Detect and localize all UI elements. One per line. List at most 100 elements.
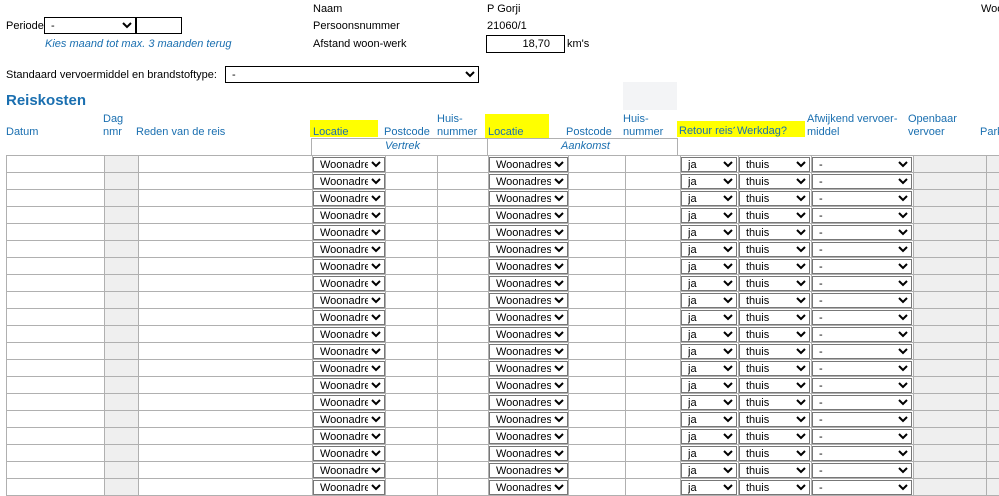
dag-cell[interactable]	[104, 257, 139, 275]
huisnummer-aankomst-cell[interactable]	[625, 461, 681, 479]
huisnummer-aankomst-cell[interactable]	[625, 478, 681, 496]
huisnummer-aankomst-cell[interactable]	[625, 427, 681, 445]
postcode-aankomst-cell[interactable]	[568, 189, 626, 207]
locatie-vertrek-select[interactable]: Woonadres	[313, 445, 385, 461]
locatie-aankomst-select[interactable]: Woonadres	[489, 173, 568, 189]
postcode-vertrek-cell[interactable]	[385, 393, 438, 411]
postcode-vertrek-cell[interactable]	[385, 359, 438, 377]
dag-cell[interactable]	[104, 325, 139, 343]
datum-cell[interactable]	[6, 376, 105, 394]
huisnummer-vertrek-cell[interactable]	[437, 427, 489, 445]
openbaar-cell[interactable]	[913, 155, 987, 173]
locatie-aankomst-select[interactable]: Woonadres	[489, 309, 568, 325]
openbaar-cell[interactable]	[913, 325, 987, 343]
dag-cell[interactable]	[104, 359, 139, 377]
postcode-aankomst-cell[interactable]	[568, 410, 626, 428]
postcode-aankomst-cell[interactable]	[568, 172, 626, 190]
openbaar-cell[interactable]	[913, 308, 987, 326]
dag-cell[interactable]	[104, 155, 139, 173]
retour-select[interactable]: ja	[681, 445, 737, 461]
datum-cell[interactable]	[6, 240, 105, 258]
huisnummer-aankomst-cell[interactable]	[625, 342, 681, 360]
werkdag-select[interactable]: thuis	[739, 326, 810, 342]
openbaar-cell[interactable]	[913, 206, 987, 224]
dag-cell[interactable]	[104, 189, 139, 207]
dag-cell[interactable]	[104, 172, 139, 190]
huisnummer-aankomst-cell[interactable]	[625, 376, 681, 394]
locatie-vertrek-select[interactable]: Woonadres	[313, 241, 385, 257]
locatie-vertrek-select[interactable]: Woonadres	[313, 343, 385, 359]
park-cell[interactable]	[986, 206, 999, 224]
huisnummer-aankomst-cell[interactable]	[625, 206, 681, 224]
park-cell[interactable]	[986, 257, 999, 275]
locatie-aankomst-select[interactable]: Woonadres	[489, 411, 568, 427]
werkdag-select[interactable]: thuis	[739, 479, 810, 495]
periode-select[interactable]: -	[44, 17, 136, 34]
huisnummer-aankomst-cell[interactable]	[625, 291, 681, 309]
reden-cell[interactable]	[138, 342, 313, 360]
werkdag-select[interactable]: thuis	[739, 462, 810, 478]
postcode-aankomst-cell[interactable]	[568, 240, 626, 258]
datum-cell[interactable]	[6, 478, 105, 496]
datum-cell[interactable]	[6, 274, 105, 292]
locatie-vertrek-select[interactable]: Woonadres	[313, 377, 385, 393]
park-cell[interactable]	[986, 359, 999, 377]
afwijkend-select[interactable]: -	[812, 224, 912, 240]
huisnummer-aankomst-cell[interactable]	[625, 240, 681, 258]
werkdag-select[interactable]: thuis	[739, 224, 810, 240]
reden-cell[interactable]	[138, 308, 313, 326]
huisnummer-vertrek-cell[interactable]	[437, 359, 489, 377]
postcode-aankomst-cell[interactable]	[568, 444, 626, 462]
datum-cell[interactable]	[6, 155, 105, 173]
locatie-vertrek-select[interactable]: Woonadres	[313, 428, 385, 444]
reden-cell[interactable]	[138, 189, 313, 207]
retour-select[interactable]: ja	[681, 428, 737, 444]
afwijkend-select[interactable]: -	[812, 309, 912, 325]
postcode-vertrek-cell[interactable]	[385, 189, 438, 207]
park-cell[interactable]	[986, 478, 999, 496]
park-cell[interactable]	[986, 274, 999, 292]
reden-cell[interactable]	[138, 206, 313, 224]
park-cell[interactable]	[986, 410, 999, 428]
locatie-aankomst-select[interactable]: Woonadres	[489, 326, 568, 342]
postcode-vertrek-cell[interactable]	[385, 376, 438, 394]
retour-select[interactable]: ja	[681, 241, 737, 257]
park-cell[interactable]	[986, 342, 999, 360]
postcode-vertrek-cell[interactable]	[385, 410, 438, 428]
retour-select[interactable]: ja	[681, 275, 737, 291]
afwijkend-select[interactable]: -	[812, 156, 912, 172]
reden-cell[interactable]	[138, 325, 313, 343]
huisnummer-aankomst-cell[interactable]	[625, 257, 681, 275]
postcode-aankomst-cell[interactable]	[568, 427, 626, 445]
locatie-aankomst-select[interactable]: Woonadres	[489, 428, 568, 444]
periode-input[interactable]	[136, 17, 182, 34]
dag-cell[interactable]	[104, 240, 139, 258]
werkdag-select[interactable]: thuis	[739, 309, 810, 325]
reden-cell[interactable]	[138, 274, 313, 292]
dag-cell[interactable]	[104, 308, 139, 326]
afstand-input[interactable]	[486, 35, 565, 53]
huisnummer-aankomst-cell[interactable]	[625, 223, 681, 241]
huisnummer-aankomst-cell[interactable]	[625, 359, 681, 377]
dag-cell[interactable]	[104, 376, 139, 394]
datum-cell[interactable]	[6, 359, 105, 377]
park-cell[interactable]	[986, 393, 999, 411]
afwijkend-select[interactable]: -	[812, 326, 912, 342]
locatie-vertrek-select[interactable]: Woonadres	[313, 190, 385, 206]
openbaar-cell[interactable]	[913, 223, 987, 241]
retour-select[interactable]: ja	[681, 411, 737, 427]
postcode-vertrek-cell[interactable]	[385, 291, 438, 309]
dag-cell[interactable]	[104, 274, 139, 292]
park-cell[interactable]	[986, 189, 999, 207]
huisnummer-vertrek-cell[interactable]	[437, 478, 489, 496]
locatie-vertrek-select[interactable]: Woonadres	[313, 207, 385, 223]
datum-cell[interactable]	[6, 308, 105, 326]
locatie-vertrek-select[interactable]: Woonadres	[313, 360, 385, 376]
reden-cell[interactable]	[138, 359, 313, 377]
postcode-vertrek-cell[interactable]	[385, 478, 438, 496]
retour-select[interactable]: ja	[681, 326, 737, 342]
huisnummer-vertrek-cell[interactable]	[437, 274, 489, 292]
werkdag-select[interactable]: thuis	[739, 394, 810, 410]
park-cell[interactable]	[986, 308, 999, 326]
locatie-vertrek-select[interactable]: Woonadres	[313, 326, 385, 342]
